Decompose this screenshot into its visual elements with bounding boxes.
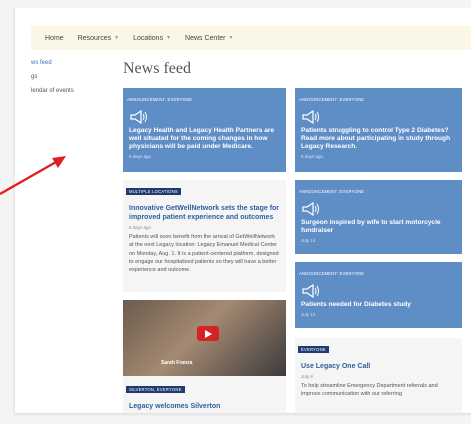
top-navigation: Home Resources ▼ Locations ▼ News Center ▼: [31, 26, 471, 50]
card-date: 6 days ago: [129, 225, 152, 230]
card-date: July 14: [301, 238, 316, 243]
card-tag: SILVERTON, EVERYONE: [126, 386, 185, 393]
megaphone-icon: [302, 110, 319, 124]
chevron-down-icon: ▼: [228, 35, 234, 41]
card-tag: EVERYONE: [298, 346, 329, 353]
news-card-legacy-one-call[interactable]: EVERYONE Use Legacy One Call July 8 To h…: [295, 338, 462, 413]
news-card-motorcycle-fundraiser[interactable]: ANNOUNCEMENT: EVERYONE Surgeon inspired …: [295, 180, 462, 254]
card-date: 6 days ago: [301, 154, 324, 159]
card-tag: ANNOUNCEMENT: EVERYONE: [299, 189, 365, 194]
sidebar: ws feed gs lendar of events: [31, 60, 111, 102]
play-button[interactable]: [197, 326, 219, 341]
video-thumbnail[interactable]: Sarah Franza: [123, 300, 286, 376]
card-tag: ANNOUNCEMENT: EVERYONE: [299, 97, 365, 102]
nav-resources[interactable]: Resources ▼: [78, 35, 119, 42]
chevron-down-icon: ▼: [114, 35, 120, 41]
video-caption: Sarah Franza: [161, 360, 193, 366]
card-body: To help streamline Emergency Department …: [301, 383, 438, 398]
megaphone-icon: [302, 284, 319, 298]
sidebar-item-calendar[interactable]: lendar of events: [31, 88, 111, 94]
card-title[interactable]: Legacy welcomes Silverton: [129, 402, 280, 411]
page-title: News feed: [123, 60, 191, 77]
chevron-down-icon: ▼: [166, 35, 172, 41]
card-title[interactable]: Innovative GetWellNetwork sets the stage…: [129, 204, 280, 222]
card-title[interactable]: Legacy Health and Legacy Health Partners…: [129, 127, 280, 151]
news-card-diabetes-study[interactable]: ANNOUNCEMENT: EVERYONE Patients needed f…: [295, 262, 462, 328]
card-tag: ANNOUNCEMENT: EVERYONE: [127, 97, 193, 102]
megaphone-icon: [302, 202, 319, 216]
sidebar-item-blogs[interactable]: gs: [31, 74, 111, 80]
card-tag: MULTIPLE LOCATIONS: [126, 188, 181, 195]
nav-locations[interactable]: Locations ▼: [133, 35, 171, 42]
news-page: Home Resources ▼ Locations ▼ News Center ▼ …: [14, 8, 471, 414]
card-date: July 12: [301, 312, 316, 317]
nav-home[interactable]: Home: [45, 35, 64, 42]
card-title[interactable]: Patients needed for Diabetes study: [301, 301, 456, 309]
card-title[interactable]: Patients struggling to control Type 2 Di…: [301, 127, 456, 151]
news-card-diabetes-research[interactable]: ANNOUNCEMENT: EVERYONE Patients struggli…: [295, 88, 462, 172]
megaphone-icon: [130, 110, 147, 124]
card-tag: ANNOUNCEMENT: EVERYONE: [299, 271, 365, 276]
news-card-medicare[interactable]: ANNOUNCEMENT: EVERYONE Legacy Health and…: [123, 88, 286, 172]
red-arrow-annotation: [0, 156, 66, 196]
news-card-silverton-video[interactable]: Sarah Franza SILVERTON, EVERYONE Legacy …: [123, 300, 286, 413]
card-title[interactable]: Use Legacy One Call: [301, 362, 456, 371]
card-date: July 8: [301, 374, 313, 379]
news-card-getwellnetwork[interactable]: MULTIPLE LOCATIONS Innovative GetWellNet…: [123, 180, 286, 292]
nav-news-center[interactable]: News Center ▼: [185, 35, 233, 42]
card-title[interactable]: Surgeon inspired by wife to start motorc…: [301, 219, 456, 235]
sidebar-item-news-feed[interactable]: ws feed: [31, 60, 111, 66]
play-icon: [205, 329, 212, 338]
card-body: Patients will soon benefit from the arri…: [129, 234, 279, 274]
card-date: 6 days ago: [129, 154, 152, 159]
